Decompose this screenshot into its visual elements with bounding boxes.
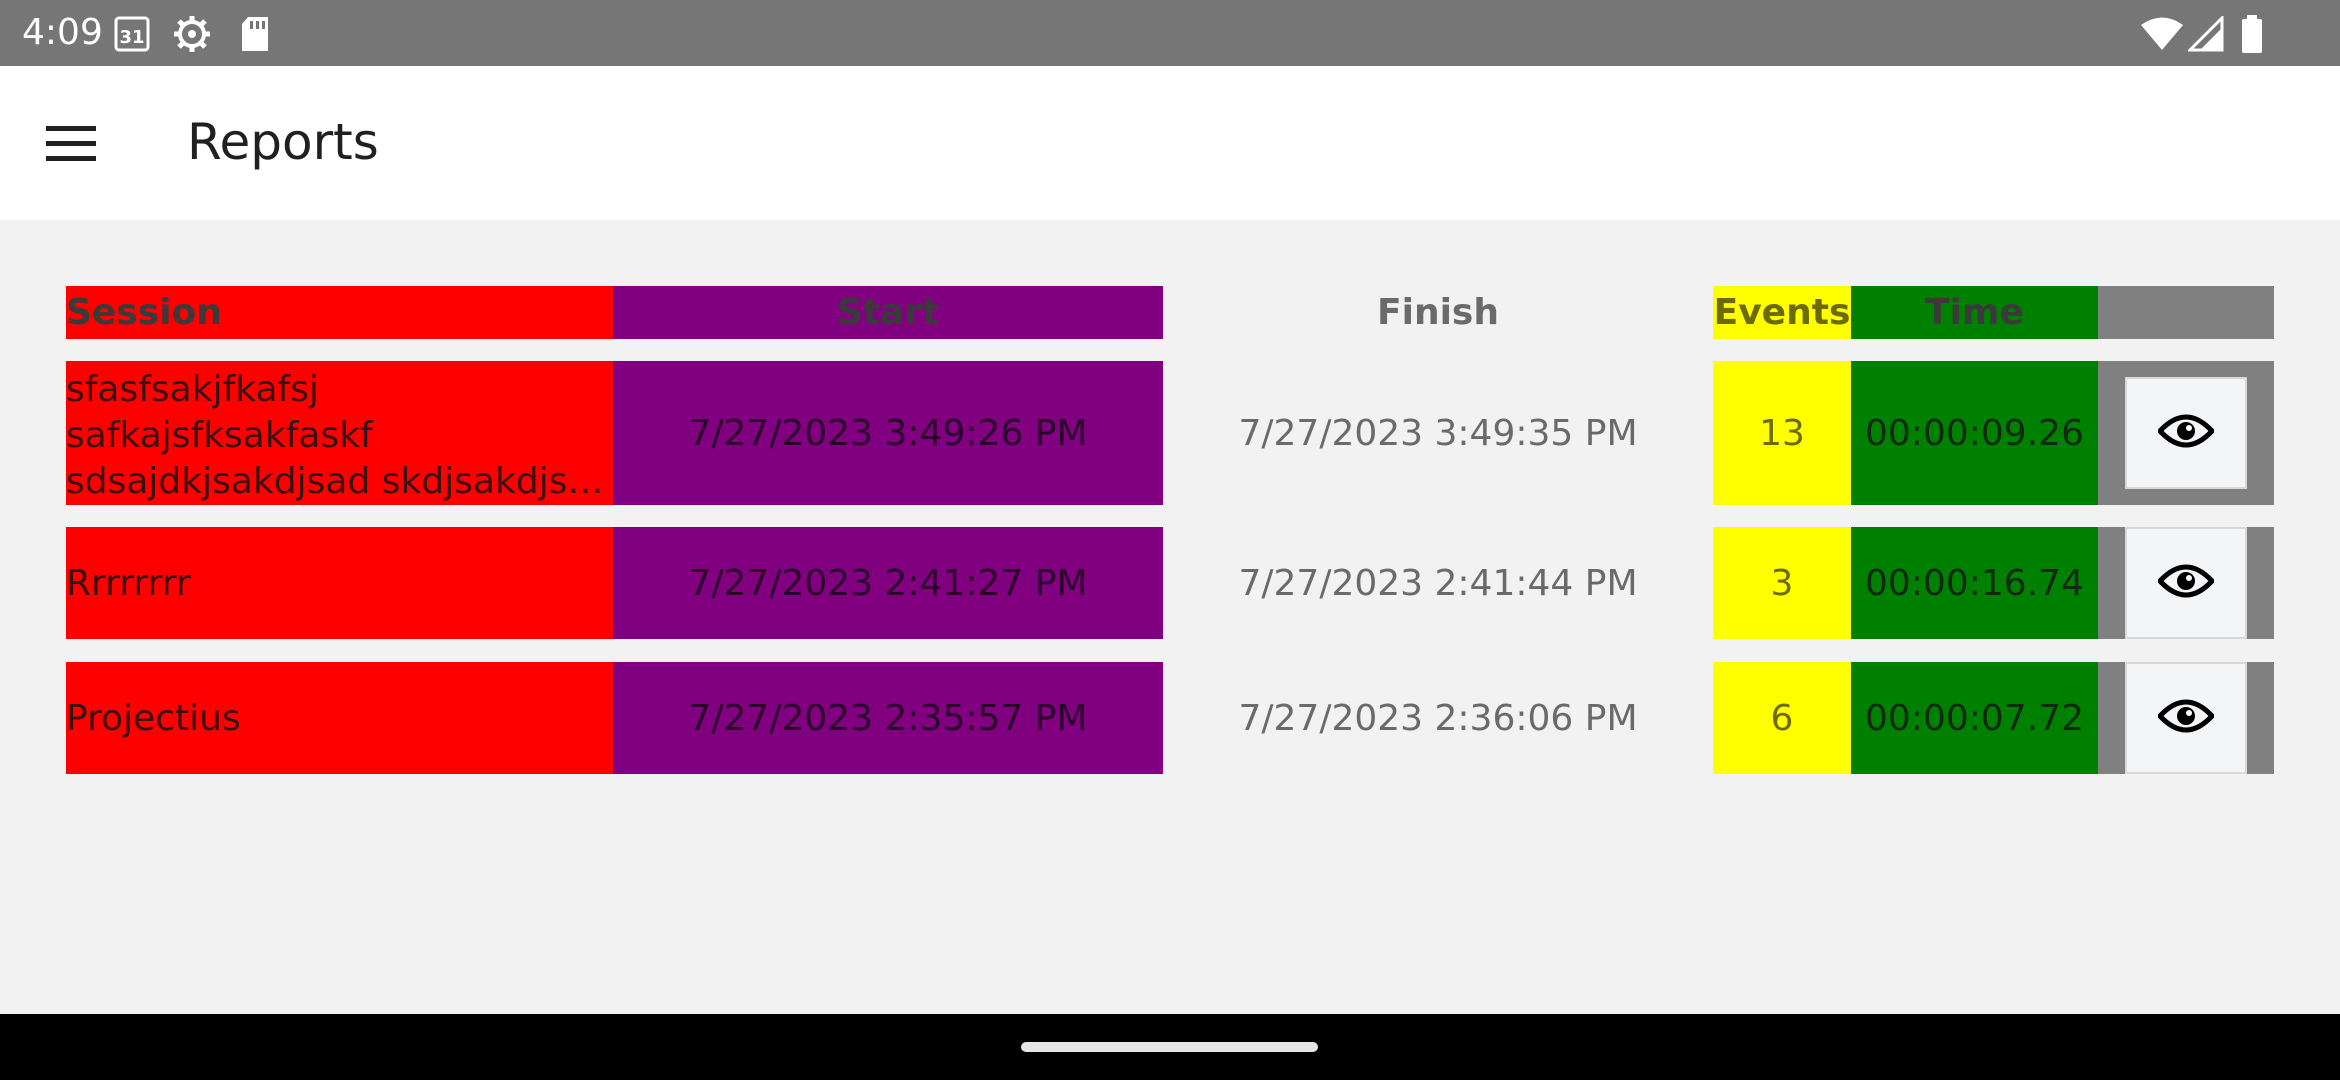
view-report-button-3[interactable]: [2125, 662, 2247, 774]
table-row-1-start: 7/27/2023 3:49:26 PM: [613, 361, 1163, 505]
table-row-3-start: 7/27/2023 2:35:57 PM: [613, 662, 1163, 774]
hamburger-menu-icon[interactable]: [44, 124, 98, 168]
table-row-3-finish: 7/27/2023 2:36:06 PM: [1238, 697, 1638, 739]
table-row-3-events: 6: [1713, 662, 1851, 774]
eye-icon: [2156, 561, 2216, 605]
table-row-1-events: 13: [1713, 361, 1851, 505]
reports-table: Session Start Finish Events Time sfasfsa…: [0, 220, 2340, 1014]
settings-gear-icon: [172, 14, 212, 58]
sd-card-icon: [238, 14, 272, 58]
table-row-2-events: 3: [1713, 527, 1851, 639]
table-row-2-session: Rrrrrrrr: [66, 527, 613, 639]
table-row-1-finish: 7/27/2023 3:49:35 PM: [1238, 412, 1638, 454]
calendar-icon: 31: [113, 14, 153, 58]
header-events: Events: [1713, 286, 1851, 339]
home-gesture-handle[interactable]: [1021, 1042, 1318, 1052]
table-row-1-time: 00:00:09.26: [1851, 361, 2098, 505]
header-finish: Finish: [1377, 292, 1499, 333]
header-time: Time: [1851, 286, 2098, 339]
eye-icon: [2156, 696, 2216, 740]
session-line-1: sfasfsakjfkafsj: [66, 369, 319, 410]
session-line-3: sdsajdkjsakdjsad skdjsakdjsa…: [66, 461, 613, 502]
table-row-2-finish: 7/27/2023 2:41:44 PM: [1238, 562, 1638, 604]
header-session: Session: [66, 286, 613, 339]
wifi-icon: [2140, 16, 2184, 56]
table-row-2-start: 7/27/2023 2:41:27 PM: [613, 527, 1163, 639]
view-report-button-1[interactable]: [2125, 377, 2247, 489]
app-bar: Reports: [0, 66, 2340, 220]
header-actions: [2098, 286, 2274, 339]
calendar-day: 31: [119, 27, 144, 48]
page-title: Reports: [187, 113, 379, 171]
table-row-3-session: Projectius: [66, 662, 613, 774]
table-row-1-session: sfasfsakjfkafsj safkajsfksakfaskf sdsajd…: [66, 361, 613, 505]
signal-icon: [2186, 14, 2224, 56]
view-report-button-2[interactable]: [2125, 527, 2247, 639]
eye-icon: [2156, 411, 2216, 455]
status-time: 4:09: [22, 12, 103, 53]
status-bar: 4:09 31: [0, 0, 2340, 66]
header-start: Start: [613, 286, 1163, 339]
table-row-2-time: 00:00:16.74: [1851, 527, 2098, 639]
table-row-3-time: 00:00:07.72: [1851, 662, 2098, 774]
battery-icon: [2240, 14, 2264, 58]
session-line-2: safkajsfksakfaskf: [66, 415, 373, 456]
navigation-bar: [0, 1014, 2340, 1080]
